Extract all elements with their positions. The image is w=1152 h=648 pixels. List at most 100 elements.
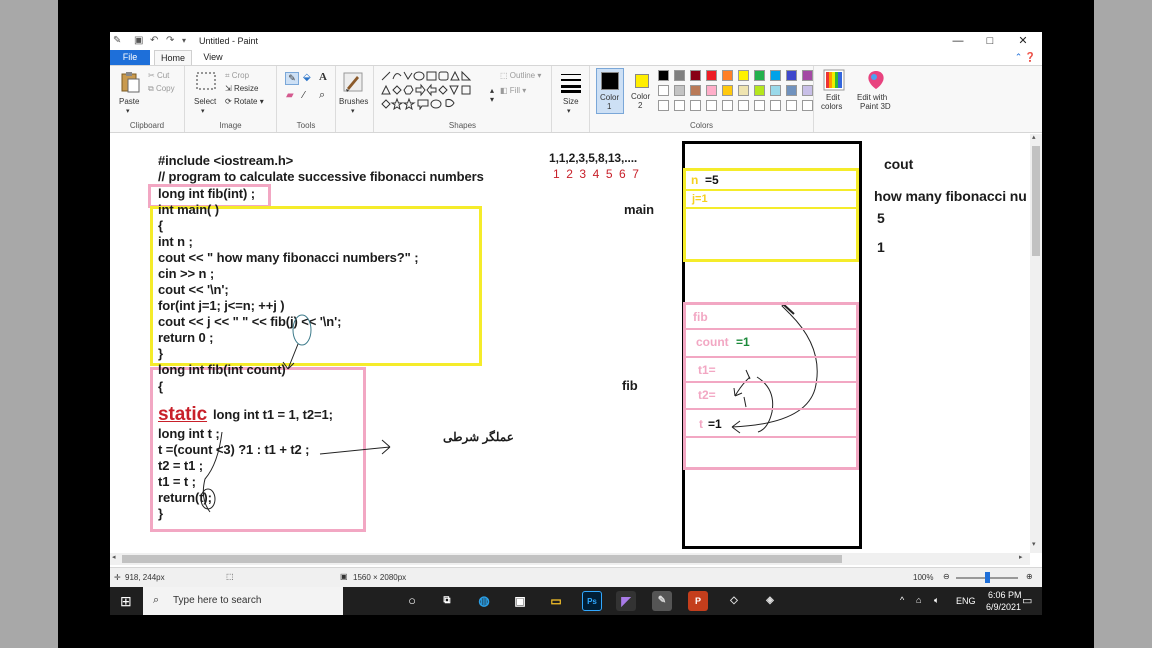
palette-swatch[interactable] bbox=[786, 85, 797, 96]
copy-button[interactable]: ⧉ Copy bbox=[148, 84, 175, 94]
app-icon[interactable]: ◈ bbox=[760, 591, 780, 611]
color-picker-icon[interactable]: ⁄ bbox=[303, 90, 305, 101]
crop-button[interactable]: ⌗ Crop bbox=[225, 71, 249, 81]
vertical-scrollbar[interactable]: ▴ ▾ bbox=[1030, 134, 1042, 553]
color2-selector[interactable]: Color 2 bbox=[628, 68, 656, 114]
palette-swatch[interactable] bbox=[802, 85, 813, 96]
palette-swatch[interactable] bbox=[658, 85, 669, 96]
palette-swatch-empty[interactable] bbox=[738, 100, 749, 111]
palette-swatch-empty[interactable] bbox=[706, 100, 717, 111]
palette-swatch[interactable] bbox=[738, 85, 749, 96]
palette-swatch[interactable] bbox=[722, 85, 733, 96]
cut-button[interactable]: ✂ Cut bbox=[148, 71, 169, 80]
snip-icon[interactable]: ◇ bbox=[724, 591, 744, 611]
tray-overflow-icon[interactable]: ^ bbox=[900, 595, 904, 605]
horizontal-scroll-thumb[interactable] bbox=[122, 555, 842, 563]
drawing-canvas[interactable]: #include <iostream.h>// program to calcu… bbox=[110, 134, 1030, 553]
palette-swatch-empty[interactable] bbox=[690, 100, 701, 111]
notification-icon[interactable]: ▭ bbox=[1022, 594, 1032, 607]
brush-icon[interactable] bbox=[342, 71, 364, 93]
paste-button[interactable]: Paste bbox=[119, 97, 139, 106]
palette-swatch[interactable] bbox=[738, 70, 749, 81]
palette-swatch[interactable] bbox=[802, 70, 813, 81]
palette-swatch[interactable] bbox=[770, 70, 781, 81]
paint-taskbar-icon[interactable]: ✎ bbox=[652, 591, 672, 611]
language-indicator[interactable]: ENG bbox=[956, 596, 976, 606]
scroll-left-icon[interactable]: ◂ bbox=[112, 553, 116, 561]
palette-swatch[interactable] bbox=[722, 70, 733, 81]
file-explorer-icon[interactable]: ▭ bbox=[546, 591, 566, 611]
size-button[interactable]: Size bbox=[563, 97, 579, 106]
select-dropdown-icon[interactable]: ▾ bbox=[201, 107, 205, 115]
powerpoint-icon[interactable]: P bbox=[688, 591, 708, 611]
palette-swatch[interactable] bbox=[658, 70, 669, 81]
palette-swatch[interactable] bbox=[674, 85, 685, 96]
help-icon[interactable]: ⌃ ❓ bbox=[1015, 52, 1036, 63]
redo-icon[interactable]: ↷ bbox=[166, 35, 174, 46]
select-icon[interactable] bbox=[195, 71, 217, 93]
palette-swatch[interactable] bbox=[706, 85, 717, 96]
close-button[interactable]: ✕ bbox=[1008, 32, 1038, 50]
fill-button[interactable]: ◧ Fill ▾ bbox=[500, 86, 526, 95]
start-icon[interactable]: ⊞ bbox=[120, 593, 132, 610]
paste-icon[interactable] bbox=[119, 71, 141, 93]
fill-bucket-icon[interactable]: ⬙ bbox=[303, 72, 311, 83]
maximize-button[interactable]: □ bbox=[975, 32, 1005, 50]
text-tool-icon[interactable]: A bbox=[319, 71, 327, 83]
zoom-out-icon[interactable]: ⊖ bbox=[943, 572, 950, 581]
edge-icon[interactable]: ◍ bbox=[474, 591, 494, 611]
palette-swatch[interactable] bbox=[754, 85, 765, 96]
taskbar-search[interactable]: ⌕ Type here to search bbox=[143, 587, 343, 615]
outline-button[interactable]: ⬚ Outline ▾ bbox=[500, 71, 541, 80]
store-icon[interactable]: ▣ bbox=[510, 591, 530, 611]
zoom-in-icon[interactable]: ⊕ bbox=[1026, 572, 1033, 581]
undo-icon[interactable]: ↶ bbox=[150, 35, 158, 46]
cortana-icon[interactable]: ○ bbox=[402, 591, 422, 611]
zoom-slider-thumb[interactable] bbox=[985, 572, 990, 583]
photoshop-icon[interactable]: Ps bbox=[582, 591, 602, 611]
minimize-button[interactable]: — bbox=[943, 32, 973, 50]
size-dropdown-icon[interactable]: ▾ bbox=[567, 107, 571, 115]
color1-selector[interactable]: Color 1 bbox=[596, 68, 624, 114]
edit-colors-icon[interactable] bbox=[823, 69, 845, 91]
clock-date[interactable]: 6/9/2021 bbox=[986, 602, 1021, 612]
resize-button[interactable]: ⇲ Resize bbox=[225, 84, 258, 93]
shapes-scroll-icon[interactable]: ▴ ▾ bbox=[490, 86, 494, 104]
palette-swatch-empty[interactable] bbox=[754, 100, 765, 111]
edit-colors-label-line1[interactable]: Edit bbox=[826, 93, 840, 102]
scroll-right-icon[interactable]: ▸ bbox=[1019, 553, 1023, 561]
save-icon[interactable]: ▣ bbox=[134, 35, 143, 46]
vertical-scroll-thumb[interactable] bbox=[1032, 146, 1040, 256]
tab-view[interactable]: View bbox=[196, 50, 230, 65]
select-button[interactable]: Select bbox=[194, 97, 216, 106]
horizontal-scrollbar[interactable]: ◂ ▸ bbox=[110, 553, 1030, 565]
brushes-dropdown-icon[interactable]: ▾ bbox=[351, 107, 355, 115]
paint3d-label-line1[interactable]: Edit with bbox=[857, 93, 887, 102]
palette-swatch[interactable] bbox=[770, 85, 781, 96]
visual-studio-icon[interactable]: ◤ bbox=[616, 591, 636, 611]
palette-swatch[interactable] bbox=[706, 70, 717, 81]
customize-quick-access-icon[interactable]: ▾ bbox=[182, 36, 186, 45]
palette-swatch[interactable] bbox=[674, 70, 685, 81]
paint3d-label-line2[interactable]: Paint 3D bbox=[860, 102, 891, 111]
magnifier-icon[interactable]: ⌕ bbox=[319, 89, 325, 102]
scroll-down-icon[interactable]: ▾ bbox=[1032, 540, 1036, 548]
palette-swatch[interactable] bbox=[754, 70, 765, 81]
palette-swatch-empty[interactable] bbox=[770, 100, 781, 111]
tab-file[interactable]: File bbox=[110, 50, 150, 65]
shapes-gallery-icon[interactable] bbox=[380, 70, 484, 110]
task-view-icon[interactable]: ⧉ bbox=[437, 591, 457, 611]
palette-swatch-empty[interactable] bbox=[674, 100, 685, 111]
pencil-icon[interactable]: ✎ bbox=[285, 72, 299, 85]
network-icon[interactable]: ⌂ bbox=[916, 595, 921, 605]
palette-swatch-empty[interactable] bbox=[722, 100, 733, 111]
palette-swatch-empty[interactable] bbox=[802, 100, 813, 111]
rotate-button[interactable]: ⟳ Rotate ▾ bbox=[225, 97, 264, 106]
palette-swatch-empty[interactable] bbox=[786, 100, 797, 111]
eraser-icon[interactable]: ▰ bbox=[286, 90, 294, 101]
palette-swatch-empty[interactable] bbox=[658, 100, 669, 111]
palette-swatch[interactable] bbox=[690, 70, 701, 81]
brushes-button[interactable]: Brushes bbox=[339, 97, 368, 106]
palette-swatch[interactable] bbox=[690, 85, 701, 96]
clock-time[interactable]: 6:06 PM bbox=[988, 590, 1022, 600]
